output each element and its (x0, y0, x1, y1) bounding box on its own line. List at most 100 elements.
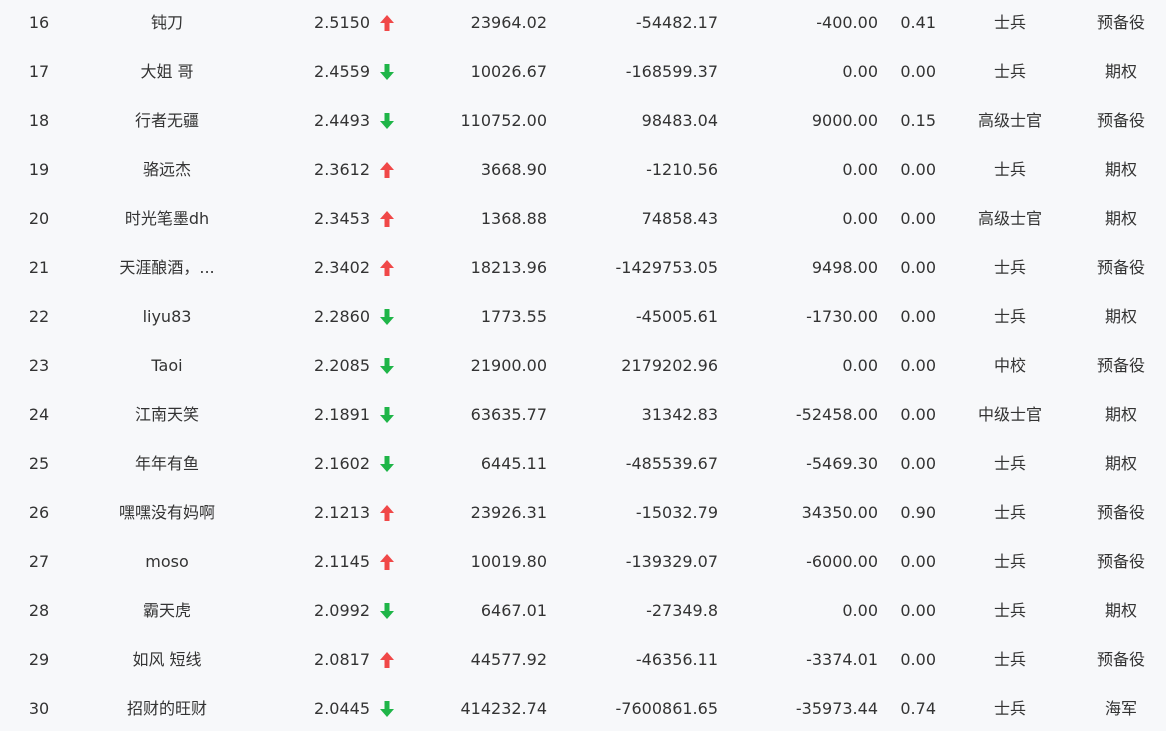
table-row[interactable]: 23 Taoi 2.2085 21900.00 2179202.96 0.00 0.00 中校… (0, 341, 1166, 390)
user-name-link[interactable]: 霸天虎 (87, 586, 247, 635)
score-cell: 2.0992 (314, 601, 370, 620)
category-cell: 期权 (1104, 209, 1137, 228)
score-cell: 2.3402 (314, 258, 370, 277)
score-cell: 2.1891 (314, 405, 370, 424)
value-4-cell: 0.00 (900, 650, 936, 669)
score-cell: 2.4493 (314, 111, 370, 130)
score-cell: 2.3453 (314, 209, 370, 228)
user-name-link[interactable]: 大姐 哥 (87, 47, 247, 96)
table-row[interactable]: 28 霸天虎 2.0992 6467.01 -27349.8 0.00 0.00 士兵 期权 (0, 586, 1166, 635)
user-name-link[interactable]: liyu83 (87, 292, 247, 341)
user-name-link[interactable]: 嘿嘿没有妈啊 (87, 488, 247, 537)
category-cell: 期权 (1104, 601, 1137, 620)
value-4-cell: 0.41 (900, 13, 936, 32)
rank-cell: 27 (28, 552, 50, 571)
category-cell: 预备役 (1096, 356, 1145, 375)
rank-cell: 16 (28, 13, 50, 32)
level-cell: 中校 (993, 356, 1026, 375)
trend-up-icon (378, 488, 396, 537)
category-cell: 期权 (1104, 160, 1137, 179)
category-cell: 预备役 (1096, 503, 1145, 522)
trend-down-icon (378, 684, 396, 731)
trend-up-icon (378, 0, 396, 47)
user-name-link[interactable]: 时光笔墨dh (87, 194, 247, 243)
value-4-cell: 0.00 (900, 601, 936, 620)
rank-cell: 24 (28, 405, 50, 424)
trend-up-icon (378, 194, 396, 243)
rank-cell: 29 (28, 650, 50, 669)
value-1-cell: 18213.96 (470, 258, 547, 277)
value-3-cell: -1730.00 (806, 307, 878, 326)
category-cell: 预备役 (1096, 552, 1145, 571)
level-cell: 士兵 (993, 454, 1026, 473)
user-name-link[interactable]: 天涯酿酒，... (87, 243, 247, 292)
table-row[interactable]: 30 招财的旺财 2.0445 414232.74 -7600861.65 -35973.… (0, 684, 1166, 731)
rank-cell: 17 (28, 62, 50, 81)
table-row[interactable]: 26 嘿嘿没有妈啊 2.1213 23926.31 -15032.79 34350.00 0… (0, 488, 1166, 537)
value-1-cell: 1773.55 (480, 307, 547, 326)
user-name-link[interactable]: 招财的旺财 (87, 684, 247, 731)
table-row[interactable]: 24 江南天笑 2.1891 63635.77 31342.83 -52458.00 0.0… (0, 390, 1166, 439)
value-1-cell: 10026.67 (470, 62, 547, 81)
user-name-link[interactable]: 行者无疆 (87, 96, 247, 145)
rank-cell: 19 (28, 160, 50, 179)
rank-cell: 22 (28, 307, 50, 326)
value-2-cell: -54482.17 (635, 13, 718, 32)
value-4-cell: 0.00 (900, 258, 936, 277)
score-cell: 2.1602 (314, 454, 370, 473)
trend-down-icon (378, 292, 396, 341)
user-name-link[interactable]: 年年有鱼 (87, 439, 247, 488)
value-2-cell: -15032.79 (635, 503, 718, 522)
value-2-cell: 31342.83 (641, 405, 718, 424)
table-row[interactable]: 27 moso 2.1145 10019.80 -139329.07 -6000.00 0.… (0, 537, 1166, 586)
value-3-cell: 9498.00 (811, 258, 878, 277)
level-cell: 高级士官 (977, 209, 1042, 228)
user-name-link[interactable]: 江南天笑 (87, 390, 247, 439)
value-2-cell: -27349.8 (646, 601, 718, 620)
rank-cell: 26 (28, 503, 50, 522)
table-row[interactable]: 25 年年有鱼 2.1602 6445.11 -485539.67 -5469.30 0.0… (0, 439, 1166, 488)
value-3-cell: -35973.44 (795, 699, 878, 718)
value-1-cell: 63635.77 (470, 405, 547, 424)
level-cell: 士兵 (993, 650, 1026, 669)
value-2-cell: 2179202.96 (621, 356, 718, 375)
level-cell: 士兵 (993, 601, 1026, 620)
score-cell: 2.2085 (314, 356, 370, 375)
value-3-cell: 0.00 (842, 160, 878, 179)
value-3-cell: 0.00 (842, 601, 878, 620)
score-cell: 2.4559 (314, 62, 370, 81)
trend-down-icon (378, 439, 396, 488)
value-1-cell: 6445.11 (480, 454, 547, 473)
value-1-cell: 110752.00 (460, 111, 547, 130)
user-name-link[interactable]: 钝刀 (87, 0, 247, 47)
category-cell: 预备役 (1096, 650, 1145, 669)
level-cell: 中级士官 (977, 405, 1042, 424)
value-3-cell: 0.00 (842, 209, 878, 228)
score-cell: 2.3612 (314, 160, 370, 179)
value-2-cell: 98483.04 (641, 111, 718, 130)
value-3-cell: 0.00 (842, 356, 878, 375)
user-name-link[interactable]: Taoi (87, 341, 247, 390)
user-name-link[interactable]: 如风 短线 (87, 635, 247, 684)
trend-up-icon (378, 145, 396, 194)
category-cell: 预备役 (1096, 13, 1145, 32)
category-cell: 期权 (1104, 62, 1137, 81)
table-row[interactable]: 17 大姐 哥 2.4559 10026.67 -168599.37 0.00 0.00 士兵… (0, 47, 1166, 96)
table-row[interactable]: 20 时光笔墨dh 2.3453 1368.88 74858.43 0.00 0.00 高级士… (0, 194, 1166, 243)
trend-down-icon (378, 96, 396, 145)
table-row[interactable]: 19 骆远杰 2.3612 3668.90 -1210.56 0.00 0.00 士兵 期权 (0, 145, 1166, 194)
level-cell: 高级士官 (977, 111, 1042, 130)
table-row[interactable]: 22 liyu83 2.2860 1773.55 -45005.61 -1730.00 0.… (0, 292, 1166, 341)
value-1-cell: 1368.88 (480, 209, 547, 228)
table-row[interactable]: 16 钝刀 2.5150 23964.02 -54482.17 -400.00 0.41 士兵… (0, 0, 1166, 47)
value-2-cell: -1429753.05 (615, 258, 718, 277)
rank-cell: 25 (28, 454, 50, 473)
table-row[interactable]: 29 如风 短线 2.0817 44577.92 -46356.11 -3374.01 0.… (0, 635, 1166, 684)
user-name-link[interactable]: 骆远杰 (87, 145, 247, 194)
value-1-cell: 23926.31 (470, 503, 547, 522)
table-row[interactable]: 21 天涯酿酒，... 2.3402 18213.96 -1429753.05 9498.… (0, 243, 1166, 292)
user-name-link[interactable]: moso (87, 537, 247, 586)
table-row[interactable]: 18 行者无疆 2.4493 110752.00 98483.04 9000.00 0.15… (0, 96, 1166, 145)
value-2-cell: -168599.37 (625, 62, 718, 81)
value-4-cell: 0.00 (900, 405, 936, 424)
